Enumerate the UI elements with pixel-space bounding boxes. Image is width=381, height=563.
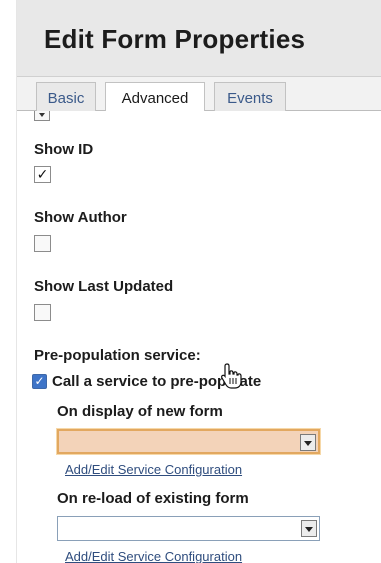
tab-bar: Basic Advanced Events <box>17 77 381 113</box>
show-id-label: Show ID <box>34 141 94 158</box>
tab-advanced[interactable]: Advanced <box>105 82 205 113</box>
left-edge-strip <box>0 0 17 563</box>
show-id-checkbox[interactable]: ✓ <box>34 166 51 183</box>
call-service-checkbox[interactable]: ✓ <box>32 374 47 389</box>
chevron-down-icon[interactable] <box>301 520 317 537</box>
checkmark-icon: ✓ <box>36 166 49 182</box>
reload-form-service-config-link[interactable]: Add/Edit Service Configuration <box>65 549 242 563</box>
collapsed-dropdown-stub[interactable] <box>34 111 50 121</box>
checkmark-icon: ✓ <box>34 374 45 388</box>
new-form-service-config-link[interactable]: Add/Edit Service Configuration <box>65 462 242 477</box>
prepopulation-section-label: Pre-population service: <box>34 347 201 364</box>
page-title: Edit Form Properties <box>44 24 306 54</box>
show-last-updated-checkbox[interactable] <box>34 304 51 321</box>
new-form-service-label: On display of new form <box>57 403 223 420</box>
advanced-tab-content: Show ID ✓ Show Author Show Last Updated … <box>17 111 381 563</box>
tab-basic[interactable]: Basic <box>36 82 96 112</box>
show-author-checkbox[interactable] <box>34 235 51 252</box>
tab-events[interactable]: Events <box>214 82 286 112</box>
reload-form-service-select[interactable] <box>57 516 320 541</box>
chevron-down-icon[interactable] <box>300 434 316 451</box>
hand-pointer-cursor-icon <box>221 363 242 389</box>
show-author-label: Show Author <box>34 209 127 226</box>
panel-header: Edit Form Properties <box>17 0 381 77</box>
reload-form-service-label: On re-load of existing form <box>57 490 249 507</box>
show-last-updated-label: Show Last Updated <box>34 278 174 295</box>
new-form-service-select[interactable] <box>57 429 320 454</box>
